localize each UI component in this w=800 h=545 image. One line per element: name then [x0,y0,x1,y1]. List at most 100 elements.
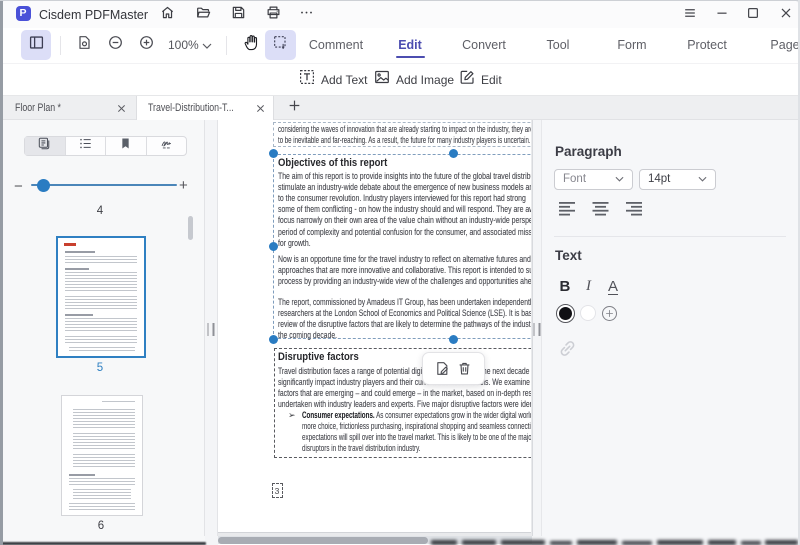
selection-handle-middle-left[interactable] [269,241,278,251]
tab-comment[interactable]: Comment [309,38,363,52]
decorative-shape [69,347,135,353]
paragraph-1: The aim of this report is to provide ins… [278,171,531,249]
sidebar-scrollbar[interactable] [187,216,193,240]
tab-page[interactable]: Page [770,38,799,52]
add-image-icon [374,69,390,90]
edit-label: Edit [481,72,502,87]
minimize-button[interactable] [712,5,732,25]
view-mode-thumbnails[interactable] [25,137,66,155]
page-4-label: 4 [96,205,104,217]
bullet-lines-rest: more choice, frictionless purchasing, in… [302,421,531,454]
add-text-button[interactable]: Add Text [299,64,367,95]
doc-tab-travel-distribution[interactable]: Travel-Distribution-T... [137,96,274,120]
close-icon [117,104,125,112]
text-line: The report, commissioned by Amadeus IT G… [278,296,531,307]
slider-plus[interactable]: + [179,177,188,194]
slider-knob[interactable] [37,178,50,192]
home-icon [160,5,175,25]
app-menu-button[interactable] [680,5,700,25]
pdf-page[interactable]: considering the waves of innovation that… [217,120,531,533]
page-6-thumbnail[interactable] [61,395,143,516]
more-button[interactable] [297,6,315,24]
tab-tool[interactable]: Tool [547,38,570,52]
close-tab-button[interactable] [255,100,266,116]
font-size-select[interactable]: 14pt [639,168,716,190]
page-5-thumbnail[interactable] [56,236,146,358]
tab-protect[interactable]: Protect [687,38,727,52]
zoom-out-button[interactable] [107,36,125,54]
align-center-icon [592,202,608,216]
window-top-border [0,0,800,1]
text-line: to be inevitable and far-reaching. As a … [277,135,531,146]
color-swatch-black-selected[interactable] [555,303,575,323]
italic-button[interactable]: I [586,278,591,295]
doc-tab-floor-plan[interactable]: Floor Plan * [0,96,137,120]
sidebar-splitter[interactable] [204,120,218,536]
text-block-selected[interactable]: Objectives of this report The aim of thi… [273,153,531,340]
align-right-button[interactable] [625,202,642,216]
new-tab-button[interactable] [285,99,303,117]
splitter-grip-icon [207,323,214,336]
delete-block-button[interactable] [457,361,473,377]
text-block-intro[interactable]: considering the waves of innovation that… [272,121,531,147]
sidebar-toggle-button[interactable] [21,30,51,60]
desktop-edge [0,0,3,545]
tab-form[interactable]: Form [617,38,646,52]
zoom-in-button[interactable] [137,36,155,54]
tab-edit[interactable]: Edit [398,38,422,52]
align-right-icon [625,202,642,216]
doc-heading-objectives: Objectives of this report [278,156,388,169]
decorative-shape [69,503,135,510]
edit-page-icon [437,362,448,375]
text-line: The aim of this report is to provide ins… [278,170,531,181]
text-block-disruptive[interactable]: Disruptive factors Travel distribution f… [274,348,531,458]
slider-track[interactable] [31,184,177,186]
edit-button[interactable]: Edit [459,64,502,95]
selection-handle-top-left[interactable] [269,149,278,158]
color-swatch-white[interactable] [580,305,596,321]
selection-handle-bottom-middle[interactable] [448,334,458,344]
marquee-select-button[interactable] [265,30,296,60]
chevron-down-icon[interactable] [202,43,212,49]
add-color-button[interactable] [602,305,617,321]
close-tab-button[interactable] [113,100,129,116]
font-family-select[interactable]: Font [554,168,633,190]
selection-handle-top-middle[interactable] [448,149,458,158]
open-file-button[interactable] [194,6,212,24]
view-mode-bookmarks[interactable] [106,137,147,155]
save-button[interactable] [229,6,247,24]
home-button[interactable] [158,6,176,24]
text-line: focus narrowly on their own area of the … [278,215,531,226]
align-left-button[interactable] [558,202,576,216]
maximize-button[interactable] [743,5,763,25]
slider-minus[interactable]: − [14,178,23,195]
print-button[interactable] [264,6,282,24]
text-line: Travel distribution faces a range of pot… [278,365,530,376]
link-button[interactable] [558,339,577,358]
font-size-value: 14pt [648,173,671,186]
text-line: stimulate an industry-wide debate about … [278,181,531,192]
page-view-button[interactable] [75,36,93,54]
open-folder-icon [196,5,211,25]
decorative-shape [207,323,209,336]
add-image-button[interactable]: Add Image [374,64,454,95]
close-button[interactable] [776,5,796,25]
panel-splitter[interactable] [531,120,542,536]
horizontal-scrollbar-thumb[interactable] [218,536,428,544]
edit-block-button[interactable] [434,361,450,377]
text-line: disruptors in the travel distribution in… [301,443,420,454]
underline-button[interactable]: A [608,278,618,295]
bold-button[interactable]: B [560,278,571,295]
hand-tool-button[interactable] [242,35,262,55]
view-mode-outline[interactable] [66,137,106,155]
zoom-level-value[interactable]: 100% [168,38,199,52]
selection-handle-bottom-left[interactable] [269,334,278,344]
main-toolbar: 100% Comment Edit Convert Tool Form Prot… [0,28,800,64]
page-5-label[interactable]: 5 [97,362,103,374]
align-center-button[interactable] [592,202,609,216]
page-number-block[interactable]: 3 [271,482,283,498]
view-mode-signature[interactable] [147,137,187,155]
decorative-shape [64,243,76,246]
tab-convert[interactable]: Convert [462,38,506,52]
paragraph-2: Now is an opportune time for the travel … [278,254,531,288]
